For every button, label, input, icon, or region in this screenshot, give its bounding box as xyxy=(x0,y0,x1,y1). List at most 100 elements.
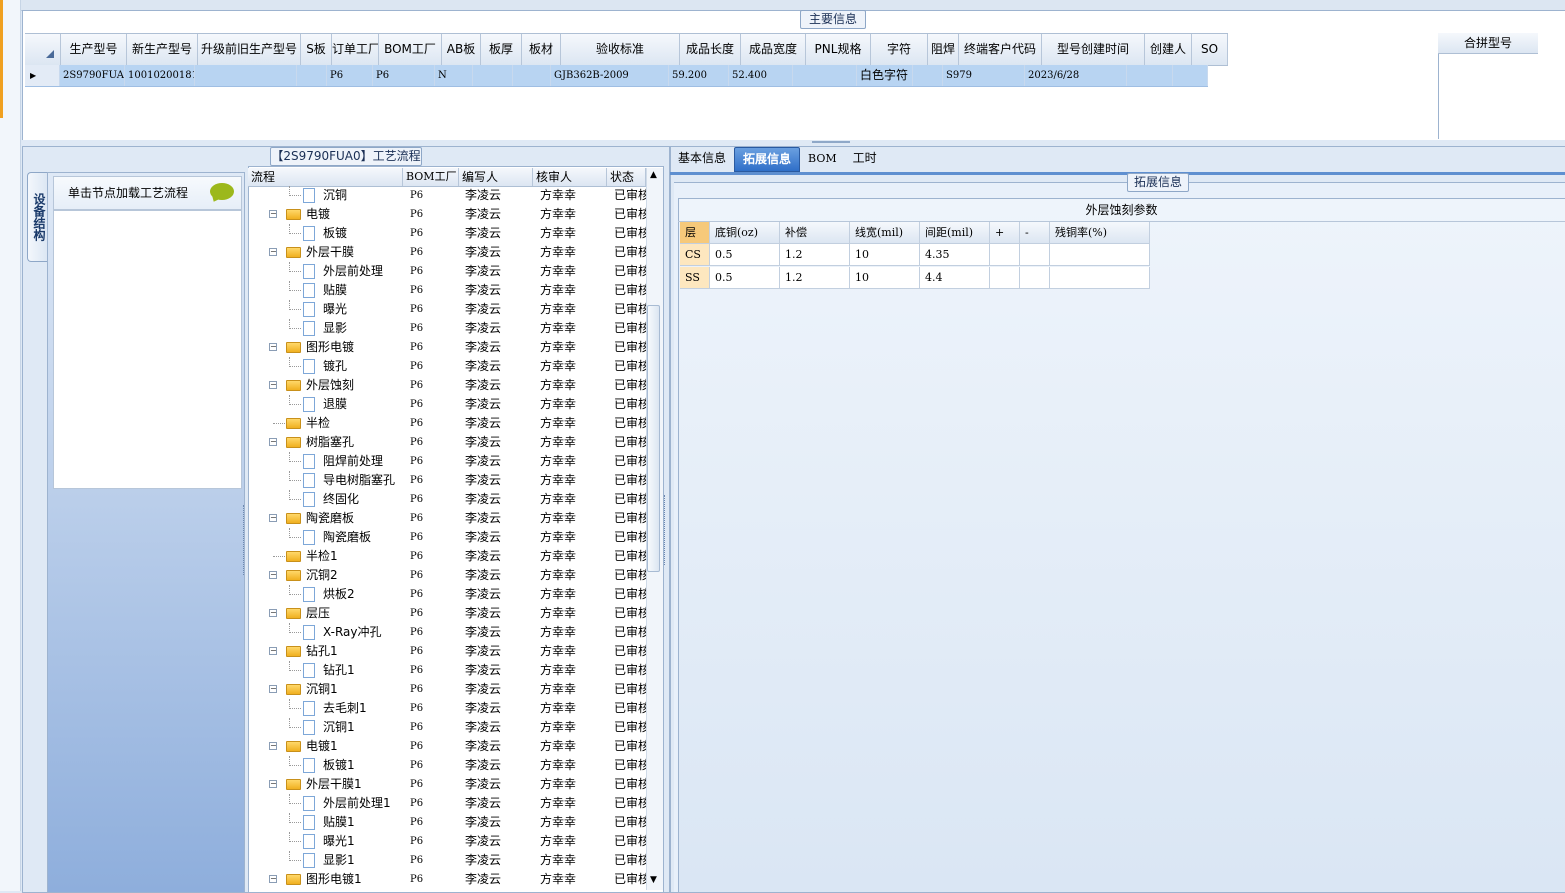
etch-cell[interactable]: 10 xyxy=(850,244,920,266)
tree-column-header[interactable]: 编写人 xyxy=(459,168,533,186)
cell[interactable] xyxy=(793,65,857,86)
cell[interactable]: 2023/6/28 xyxy=(1025,65,1127,86)
cell[interactable] xyxy=(913,65,943,86)
tree-row[interactable]: 烘板2 P6 李凌云 方幸幸 已审核 xyxy=(248,585,646,604)
tree-column-header[interactable]: 状态 xyxy=(607,168,646,186)
etch-cell[interactable]: 4.35 xyxy=(920,244,990,266)
scroll-thumb[interactable] xyxy=(647,305,660,572)
etch-cell[interactable]: SS xyxy=(680,267,710,289)
etch-cell[interactable]: CS xyxy=(680,244,710,266)
column-header[interactable]: 验收标准 xyxy=(561,34,680,65)
minus-box-icon[interactable]: − xyxy=(269,780,277,788)
tree-row[interactable]: − 树脂塞孔 P6 李凌云 方幸幸 已审核 xyxy=(248,433,646,452)
side-tab-device-structure[interactable]: 设备结构 xyxy=(27,172,48,262)
minus-box-icon[interactable]: − xyxy=(269,742,277,750)
minus-box-icon[interactable]: − xyxy=(269,685,277,693)
minus-box-icon[interactable]: − xyxy=(269,609,277,617)
minus-box-icon[interactable]: − xyxy=(269,343,277,351)
column-header[interactable]: 成品宽度 xyxy=(741,34,806,65)
column-header[interactable]: SO xyxy=(1192,34,1228,65)
etch-cell[interactable] xyxy=(1020,244,1050,266)
row-pointer-icon[interactable]: ▶ xyxy=(25,65,60,86)
cell[interactable] xyxy=(297,65,327,86)
minus-box-icon[interactable]: − xyxy=(269,438,277,446)
tree-row[interactable]: − 沉铜2 P6 李凌云 方幸幸 已审核 xyxy=(248,566,646,585)
etch-cell[interactable] xyxy=(1050,244,1150,266)
minus-box-icon[interactable]: − xyxy=(269,381,277,389)
cell[interactable]: 10010200181714 xyxy=(125,65,195,86)
tree-row[interactable]: 钻孔1 P6 李凌云 方幸幸 已审核 xyxy=(248,661,646,680)
tree-row[interactable]: − 电镀 P6 李凌云 方幸幸 已审核 xyxy=(248,205,646,224)
tab-0[interactable]: 基本信息 xyxy=(670,147,734,170)
minus-box-icon[interactable]: − xyxy=(269,210,277,218)
etch-cell[interactable]: 0.5 xyxy=(710,267,780,289)
tree-row[interactable]: − 外层蚀刻 P6 李凌云 方幸幸 已审核 xyxy=(248,376,646,395)
grid-corner[interactable] xyxy=(25,34,61,65)
minus-box-icon[interactable]: − xyxy=(269,514,277,522)
etch-cell[interactable] xyxy=(990,267,1020,289)
main-grid-row[interactable]: ▶2S9790FUA010010200181714P6P6NGJB362B-20… xyxy=(25,65,1208,87)
cell[interactable]: S979 xyxy=(943,65,1025,86)
center-splitter[interactable] xyxy=(664,495,668,565)
minus-box-icon[interactable]: − xyxy=(269,647,277,655)
cell[interactable] xyxy=(195,65,297,86)
column-header[interactable]: 型号创建时间 xyxy=(1042,34,1145,65)
column-header[interactable]: 终端客户代码 xyxy=(959,34,1042,65)
tree-row[interactable]: 贴膜1 P6 李凌云 方幸幸 已审核 xyxy=(248,813,646,832)
tree-row[interactable]: − 电镀1 P6 李凌云 方幸幸 已审核 xyxy=(248,737,646,756)
etch-row[interactable]: SS 0.5 1.2 10 4.4 xyxy=(680,267,1150,289)
tree-row[interactable]: − 图形电镀1 P6 李凌云 方幸幸 已审核 xyxy=(248,870,646,889)
tree-row[interactable]: − 陶瓷磨板 P6 李凌云 方幸幸 已审核 xyxy=(248,509,646,528)
column-header[interactable]: 升级前旧生产型号 xyxy=(198,34,301,65)
tree-row[interactable]: 陶瓷磨板 P6 李凌云 方幸幸 已审核 xyxy=(248,528,646,547)
etch-cell[interactable]: 10 xyxy=(850,267,920,289)
cell[interactable] xyxy=(473,65,513,86)
column-header[interactable]: 成品长度 xyxy=(680,34,741,65)
scroll-up-icon[interactable]: ▲ xyxy=(650,171,657,180)
tab-1[interactable]: 拓展信息 xyxy=(734,147,801,172)
minus-box-icon[interactable]: − xyxy=(269,248,277,256)
tree-row[interactable]: 镀孔 P6 李凌云 方幸幸 已审核 xyxy=(248,357,646,376)
combo-header[interactable]: 合拼型号 xyxy=(1438,33,1538,54)
splitter-grip-icon[interactable] xyxy=(812,141,850,143)
tree-row[interactable]: − 沉铜1 P6 李凌云 方幸幸 已审核 xyxy=(248,680,646,699)
tree-row[interactable]: 去毛刺1 P6 李凌云 方幸幸 已审核 xyxy=(248,699,646,718)
column-header[interactable]: 板厚 xyxy=(481,34,522,65)
tree-row[interactable]: 板镀 P6 李凌云 方幸幸 已审核 xyxy=(248,224,646,243)
cell[interactable]: P6 xyxy=(373,65,435,86)
etch-row[interactable]: CS 0.5 1.2 10 4.35 xyxy=(680,244,1150,266)
tree-row[interactable]: − 钻孔1 P6 李凌云 方幸幸 已审核 xyxy=(248,642,646,661)
tree-row[interactable]: 外层前处理1 P6 李凌云 方幸幸 已审核 xyxy=(248,794,646,813)
tree-row[interactable]: 显影 P6 李凌云 方幸幸 已审核 xyxy=(248,319,646,338)
minus-box-icon[interactable]: − xyxy=(269,875,277,883)
etch-cell[interactable]: 0.5 xyxy=(710,244,780,266)
minus-box-icon[interactable]: − xyxy=(269,571,277,579)
cell[interactable] xyxy=(513,65,551,86)
tree-column-header[interactable]: BOM工厂 xyxy=(403,168,459,186)
column-header[interactable]: 生产型号 xyxy=(61,34,127,65)
column-header[interactable]: 板材 xyxy=(522,34,561,65)
tree-row[interactable]: 导电树脂塞孔 P6 李凌云 方幸幸 已审核 xyxy=(248,471,646,490)
tree-row[interactable]: 显影1 P6 李凌云 方幸幸 已审核 xyxy=(248,851,646,870)
etch-cell[interactable]: 1.2 xyxy=(780,244,850,266)
etch-cell[interactable] xyxy=(1050,267,1150,289)
column-header[interactable]: AB板 xyxy=(442,34,481,65)
tree-column-header[interactable]: 核审人 xyxy=(533,168,607,186)
tree-row[interactable]: − 图形电镀 P6 李凌云 方幸幸 已审核 xyxy=(248,338,646,357)
cell[interactable]: 白色字符 xyxy=(857,65,913,86)
column-header[interactable]: BOM工厂 xyxy=(379,34,442,65)
tree-row[interactable]: 阻焊前处理 P6 李凌云 方幸幸 已审核 xyxy=(248,452,646,471)
etch-cell[interactable] xyxy=(990,244,1020,266)
tree-row[interactable]: 贴膜 P6 李凌云 方幸幸 已审核 xyxy=(248,281,646,300)
cell[interactable] xyxy=(1127,65,1173,86)
column-header[interactable]: 字符 xyxy=(871,34,928,65)
tab-2[interactable]: BOM xyxy=(800,147,845,170)
tree-row[interactable]: − 外层干膜1 P6 李凌云 方幸幸 已审核 xyxy=(248,775,646,794)
etch-cell[interactable]: 1.2 xyxy=(780,267,850,289)
column-header[interactable]: 创建人 xyxy=(1145,34,1192,65)
cell[interactable]: 2S9790FUA0 xyxy=(60,65,125,86)
etch-cell[interactable] xyxy=(1020,267,1050,289)
scroll-down-icon[interactable]: ▼ xyxy=(650,876,657,885)
cell[interactable]: N xyxy=(435,65,473,86)
cell[interactable]: 59.200 xyxy=(669,65,729,86)
